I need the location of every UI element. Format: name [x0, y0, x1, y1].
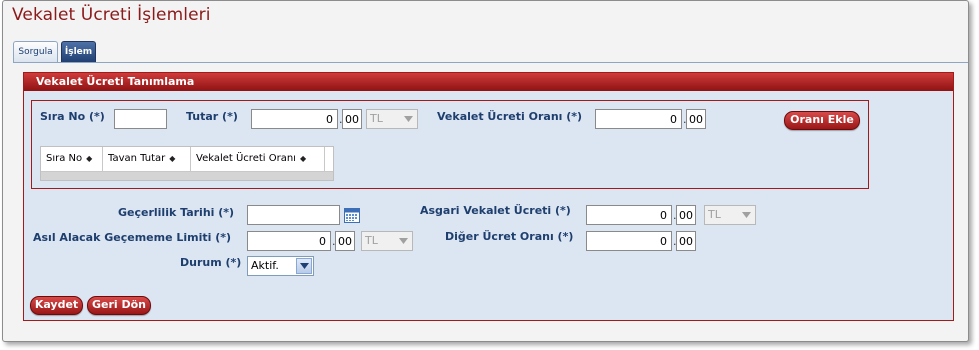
column-header-tavan-tutar[interactable]: Tavan Tutar ◆	[103, 147, 191, 171]
diger-label: Diğer Ücret Oranı (*)	[445, 230, 574, 243]
definition-panel: Vekalet Ücreti Tanımlama Sıra No (*) Tut…	[23, 72, 954, 321]
sira-no-label: Sıra No (*)	[40, 110, 105, 123]
tab-sorgula[interactable]: Sorgula	[13, 41, 58, 62]
gecerlilik-label: Geçerlilik Tarihi (*)	[118, 206, 235, 219]
asil-alacak-currency-select[interactable]: TL	[361, 231, 413, 251]
table-header: Sıra No ◆ Tavan Tutar ◆ Vekalet Ücreti Ora…	[41, 147, 333, 172]
calendar-icon[interactable]	[344, 207, 360, 223]
chevron-down-icon	[738, 207, 754, 223]
panel-title: Vekalet Ücreti Tanımlama	[24, 73, 953, 91]
sort-icon: ◆	[169, 154, 176, 163]
tutar-label: Tutar (*)	[186, 110, 238, 123]
add-rate-button[interactable]: Oranı Ekle	[784, 111, 860, 130]
asgari-decimal-input[interactable]	[676, 205, 696, 225]
oran-decimal-input[interactable]	[686, 109, 706, 129]
chevron-down-icon	[395, 233, 411, 249]
chevron-down-icon	[296, 258, 312, 274]
durum-label: Durum (*)	[180, 256, 242, 269]
gecerlilik-date-input[interactable]	[247, 205, 340, 225]
diger-decimal-input[interactable]	[676, 231, 696, 251]
durum-select[interactable]: Aktif.	[247, 256, 314, 276]
sort-icon: ◆	[86, 154, 93, 163]
asgari-label: Asgari Vekalet Ücreti (*)	[420, 204, 571, 217]
tab-islem[interactable]: İşlem	[61, 41, 96, 62]
asil-alacak-whole-input[interactable]	[247, 231, 331, 251]
sira-no-input[interactable]	[114, 109, 167, 129]
table-scrollbar[interactable]	[41, 172, 333, 180]
page-title: Vekalet Ücreti İşlemleri	[12, 5, 211, 25]
asgari-whole-input[interactable]	[586, 205, 672, 225]
oran-whole-input[interactable]	[595, 109, 682, 129]
tutar-currency-select[interactable]: TL	[366, 109, 418, 129]
asgari-currency-select[interactable]: TL	[704, 205, 756, 225]
rate-section: Sıra No (*) Tutar (*) . TL Vekalet Ücret…	[31, 100, 869, 189]
rate-table: Sıra No ◆ Tavan Tutar ◆ Vekalet Ücreti Ora…	[40, 146, 334, 181]
tab-divider	[13, 62, 968, 63]
app-window: Vekalet Ücreti İşlemleri Sorgula İşlem V…	[2, 0, 969, 342]
tutar-decimal-input[interactable]	[342, 109, 362, 129]
diger-whole-input[interactable]	[586, 231, 672, 251]
column-header-sira-no[interactable]: Sıra No ◆	[41, 147, 103, 171]
asil-alacak-label: Asıl Alacak Geçememe Limiti (*)	[33, 231, 232, 244]
sort-icon: ◆	[299, 154, 307, 163]
asil-alacak-decimal-input[interactable]	[335, 231, 355, 251]
back-button[interactable]: Geri Dön	[87, 296, 151, 315]
column-header-vekalet-orani[interactable]: Vekalet Ücreti Oranı ◆	[191, 147, 325, 171]
tutar-whole-input[interactable]	[251, 109, 338, 129]
save-button[interactable]: Kaydet	[30, 296, 83, 315]
oran-label: Vekalet Ücreti Oranı (*)	[437, 110, 583, 123]
chevron-down-icon	[400, 111, 416, 127]
